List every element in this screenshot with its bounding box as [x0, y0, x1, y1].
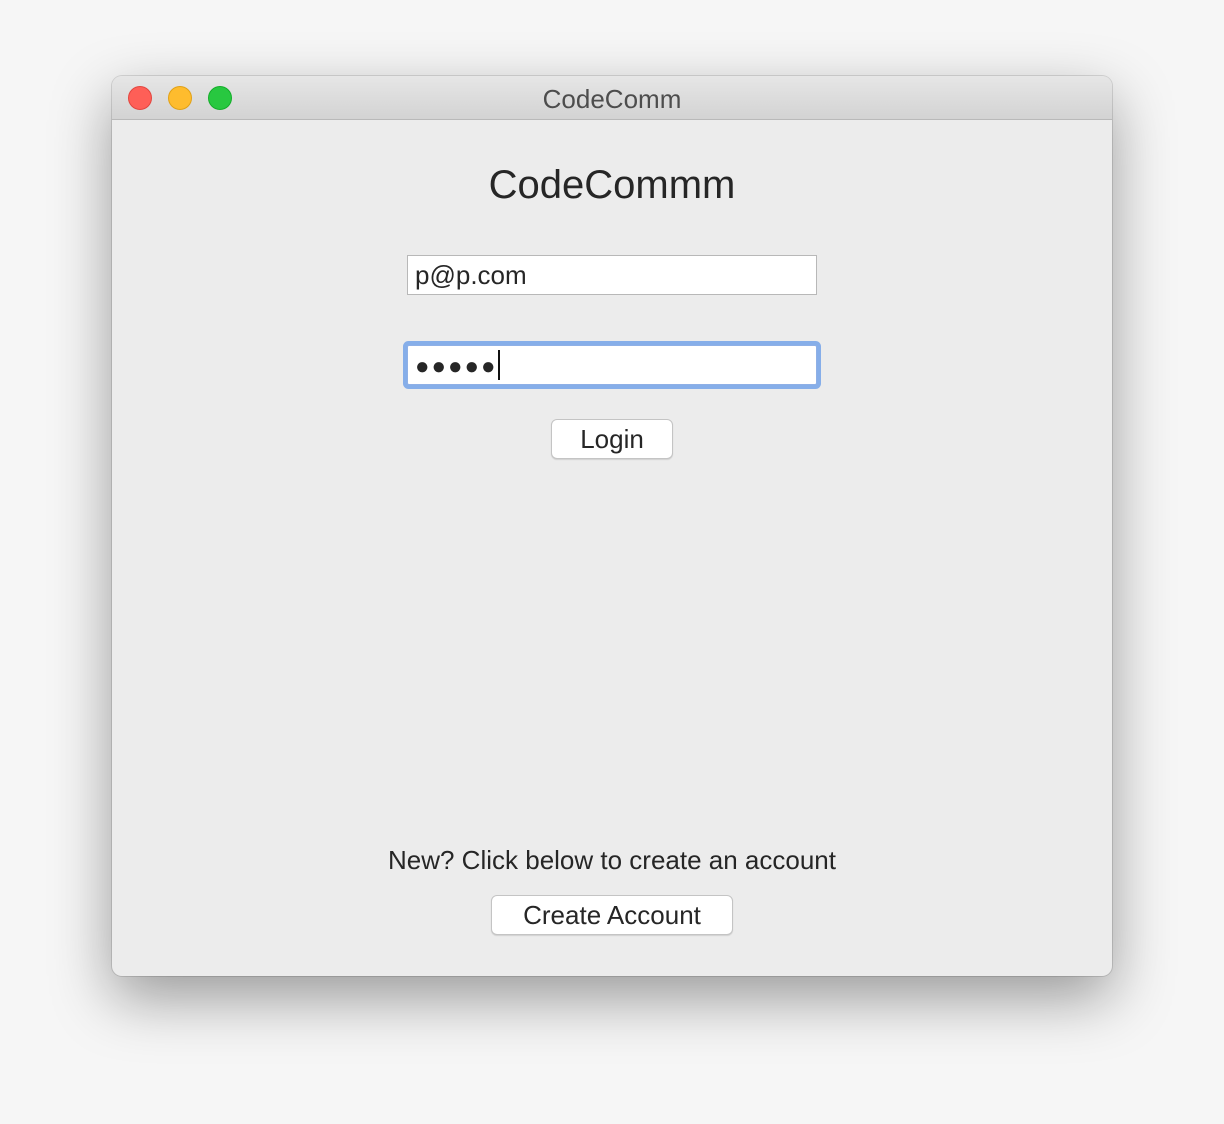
- text-cursor: [498, 350, 501, 381]
- app-window: CodeComm CodeCommm p@p.com ●●●●● Login N…: [112, 76, 1112, 976]
- password-field[interactable]: ●●●●●: [407, 345, 817, 385]
- email-value: p@p.com: [415, 260, 527, 290]
- title-bar[interactable]: CodeComm: [112, 76, 1112, 120]
- window-title: CodeComm: [542, 84, 682, 114]
- login-panel: CodeCommm p@p.com ●●●●● Login New? Click…: [112, 120, 1112, 976]
- password-value: ●●●●●: [415, 353, 498, 380]
- app-heading: CodeCommm: [488, 163, 736, 207]
- create-account-button[interactable]: Create Account: [491, 895, 733, 935]
- create-account-hint: New? Click below to create an account: [387, 845, 836, 875]
- login-button[interactable]: Login: [551, 419, 673, 459]
- email-field[interactable]: p@p.com: [407, 255, 817, 295]
